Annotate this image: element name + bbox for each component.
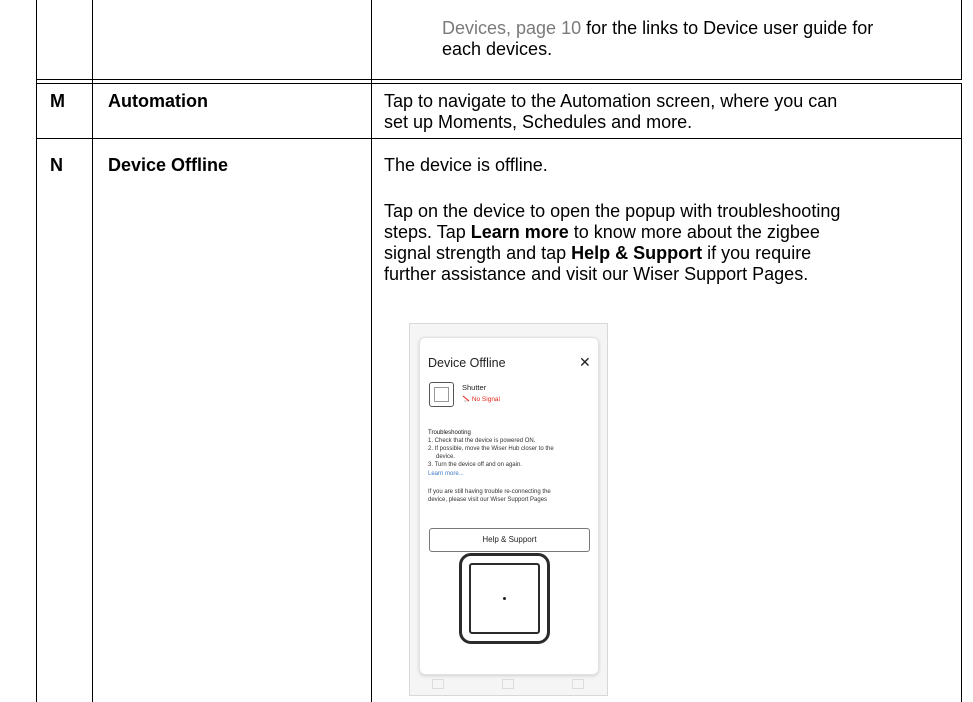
table-border-right-2: [961, 83, 962, 138]
table-rule-2: [36, 83, 962, 84]
row-n-p2-l2a: steps. Tap: [384, 222, 471, 242]
row-m-desc-line2: set up Moments, Schedules and more.: [384, 112, 693, 132]
row-m-key: M: [50, 91, 65, 111]
shutter-device-icon: [429, 382, 454, 407]
table-border-right: [961, 0, 962, 79]
row-n-p2-l1: Tap on the device to open the popup with…: [384, 201, 841, 221]
table-border-col2: [371, 0, 372, 702]
shutter-device-icon-inner: [434, 387, 449, 402]
table-border-right-3: [961, 138, 962, 702]
row-m-title: Automation: [108, 91, 208, 111]
row-m-description: Tap to navigate to the Automation screen…: [384, 91, 954, 133]
top-row-text-after: for the links to Device user guide for: [581, 18, 874, 38]
close-icon[interactable]: ✕: [579, 354, 591, 371]
troubleshooting-step-2b: device.: [436, 454, 456, 460]
table-rule-1: [36, 79, 962, 80]
help-support-button[interactable]: Help & Support: [429, 528, 590, 552]
no-signal-icon: [462, 395, 470, 402]
row-m-desc-line1: Tap to navigate to the Automation screen…: [384, 91, 838, 111]
table-border-col1: [92, 0, 93, 702]
device-tile-dot: [503, 597, 506, 600]
devices-page-link[interactable]: Devices, page 10: [442, 18, 581, 38]
device-offline-screenshot: Device Offline ✕ Shutter No Signal Troub…: [409, 323, 608, 696]
signal-status: No Signal: [462, 395, 500, 403]
support-text-1: If you are still having trouble re-conne…: [428, 489, 551, 495]
troubleshooting-step-3: 3. Turn the device off and on again.: [428, 462, 522, 468]
row-n-p2-l2c: to know more about the zigbee: [568, 222, 820, 242]
support-text-2: device, please visit our Wiser Support P…: [428, 497, 548, 503]
troubleshooting-heading: Troubleshooting: [428, 430, 471, 436]
nav-home-icon[interactable]: [432, 679, 444, 689]
row-n-p2-l3c: if you require: [702, 243, 812, 263]
popup-title: Device Offline: [428, 356, 506, 370]
row-n-desc-p1: The device is offline.: [384, 155, 548, 175]
help-support-term: Help & Support: [571, 243, 703, 263]
learn-more-link[interactable]: Learn more...: [428, 471, 598, 479]
device-name: Shutter: [462, 383, 487, 392]
learn-more-term: Learn more: [470, 222, 569, 242]
row-n-key: N: [50, 155, 63, 175]
nav-settings-icon[interactable]: [572, 679, 584, 689]
table-border-left: [36, 0, 37, 702]
device-tile: [469, 563, 540, 634]
row-n-p2-l3a: signal strength and tap: [384, 243, 572, 263]
top-row-line2: each devices.: [442, 39, 553, 59]
nav-automation-icon[interactable]: [502, 679, 514, 689]
table-rule-3: [36, 138, 962, 139]
device-tile-highlight[interactable]: [459, 553, 550, 644]
troubleshooting-step-2a: 2. If possible, move the Wiser Hub close…: [428, 446, 554, 452]
row-n-title: Device Offline: [108, 155, 229, 175]
top-row-text: Devices, page 10 for the links to Device…: [442, 18, 952, 60]
signal-status-text: No Signal: [471, 396, 500, 403]
row-n-p2-l4: further assistance and visit our Wiser S…: [384, 264, 809, 284]
troubleshooting-step-1: 1. Check that the device is powered ON.: [428, 438, 536, 444]
row-n-desc-p2: Tap on the device to open the popup with…: [384, 201, 954, 285]
bottom-nav-bar: [410, 675, 607, 695]
